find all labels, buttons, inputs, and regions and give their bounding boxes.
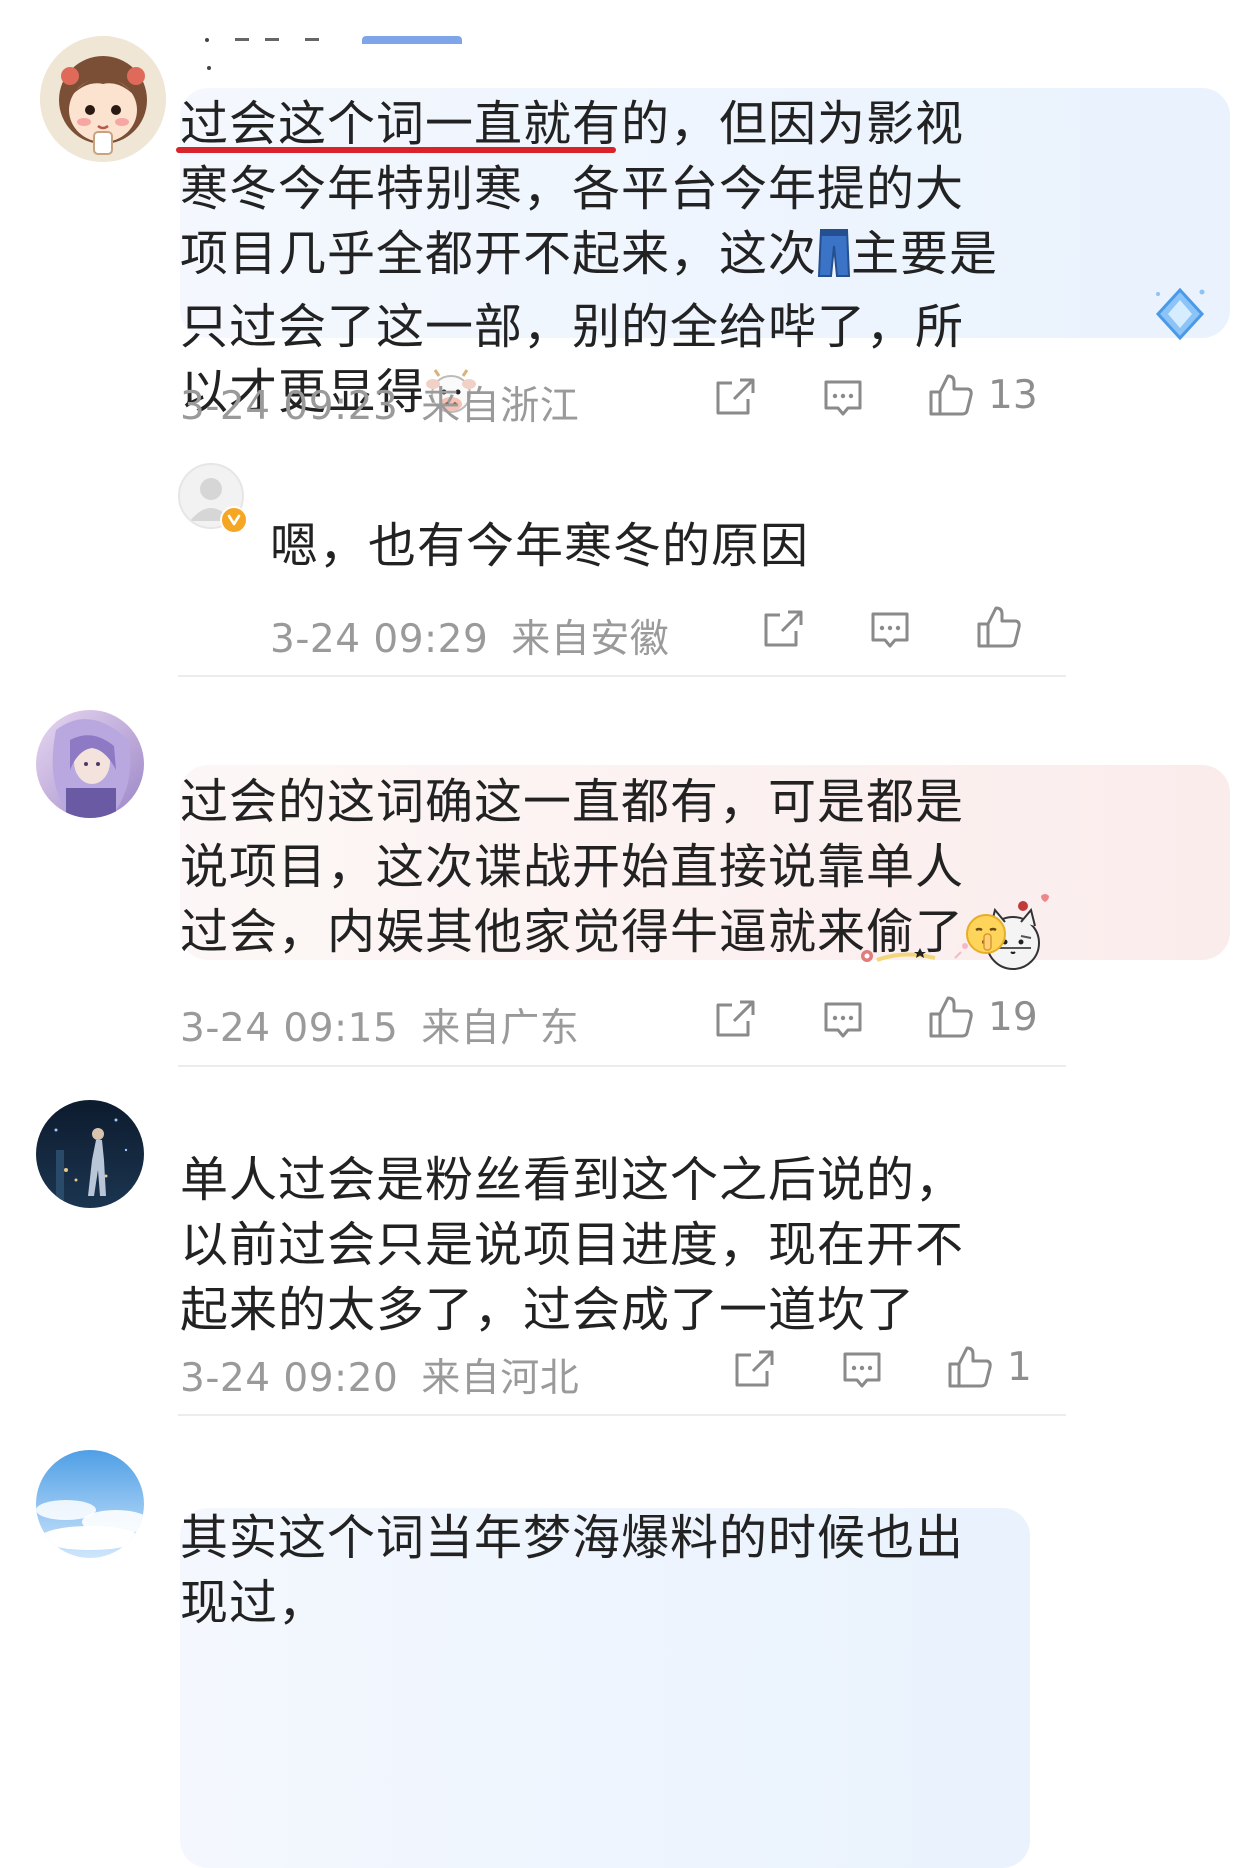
share-icon [735, 1350, 774, 1387]
divider [178, 1065, 1066, 1067]
avatar[interactable] [36, 710, 144, 818]
comment-meta: 3-24 09:23 来自浙江 [180, 375, 579, 431]
reply-share-button[interactable] [762, 609, 804, 649]
like-count: 1 [1007, 1344, 1032, 1390]
reply-meta: 3-24 09:29 来自安徽 [270, 608, 669, 664]
vip-badge-partial [362, 36, 462, 44]
reply-time: 3-24 09:29 [270, 617, 489, 662]
comment-time: 3-24 09:20 [180, 1356, 399, 1401]
reply-like-button[interactable] [976, 604, 1036, 650]
comment-icon [824, 1002, 862, 1038]
share-button[interactable] [714, 999, 756, 1039]
like-count: 19 [988, 994, 1038, 1040]
comment-location: 来自广东 [421, 1006, 580, 1051]
comment-location: 来自河北 [421, 1356, 580, 1401]
comment-icon [843, 1352, 881, 1388]
divider [178, 1414, 1066, 1416]
avatar[interactable] [40, 36, 166, 162]
comment-meta: 3-24 09:20 来自河北 [180, 1347, 579, 1403]
comment-meta: 3-24 09:15 来自广东 [180, 997, 579, 1053]
comment-text: 其实这个词当年梦海爆料的时候也出现过， [180, 1510, 965, 1631]
comment-button[interactable] [822, 378, 864, 418]
like-button[interactable]: 13 [928, 372, 1038, 418]
comment-icon [871, 612, 909, 648]
share-button[interactable] [733, 1349, 775, 1389]
thumbs-up-icon [929, 374, 973, 416]
shushing-face-emoji [964, 908, 1008, 973]
divider [178, 675, 1066, 677]
like-count: 13 [988, 372, 1038, 418]
comment-text: 单人过会是粉丝看到这个之后说的，以前过会只是说项目进度，现在开不起来的太多了，过… [180, 1152, 965, 1338]
username-partial [205, 36, 335, 46]
share-icon [716, 1000, 755, 1037]
avatar[interactable] [36, 1450, 144, 1558]
comment-button[interactable] [841, 1350, 883, 1390]
comment-button[interactable] [822, 1000, 864, 1040]
reply-location: 来自安徽 [511, 617, 670, 662]
share-icon [716, 378, 755, 415]
reply-text: 嗯，也有今年寒冬的原因 [270, 518, 810, 574]
comment-text: 过会的这词确这一直都有，可是都是说项目，这次谍战开始直接说靠单人过会，内娱其他家… [180, 770, 1010, 973]
comment-location: 来自浙江 [421, 384, 580, 429]
share-button[interactable] [714, 377, 756, 417]
thumbs-up-icon [929, 996, 973, 1038]
share-icon [764, 610, 803, 647]
bubble-decoration-icon [1150, 284, 1210, 344]
like-button[interactable]: 1 [947, 1344, 1032, 1390]
comment-time: 3-24 09:23 [180, 384, 399, 429]
jeans-emoji [817, 228, 851, 295]
comment-icon [824, 380, 862, 416]
avatar[interactable] [36, 1100, 144, 1208]
thumbs-up-icon [977, 606, 1021, 648]
like-button[interactable]: 19 [928, 994, 1038, 1040]
verified-badge-icon [220, 506, 248, 534]
reply-comment-button[interactable] [869, 610, 911, 650]
thumbs-up-icon [948, 1346, 992, 1388]
comment-time: 3-24 09:15 [180, 1006, 399, 1051]
